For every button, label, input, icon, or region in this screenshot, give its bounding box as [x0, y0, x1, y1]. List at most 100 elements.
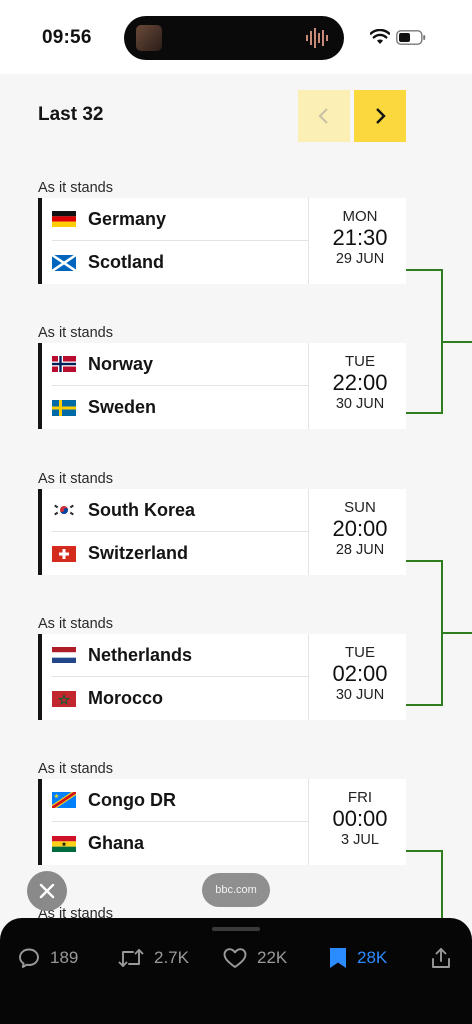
away-team-name: Morocco [88, 688, 164, 708]
match-item[interactable]: As it stands Congo DR Ghana FRI 00:00 3 … [38, 761, 406, 883]
as-it-stands-label: As it stands [38, 180, 113, 196]
card-divider [308, 634, 309, 720]
home-team-row: Germany [52, 198, 308, 241]
switzerland-flag-icon [52, 545, 76, 562]
away-team-row: Scotland [52, 241, 308, 284]
germany-flag-icon [52, 211, 76, 227]
as-it-stands-label: As it stands [38, 761, 113, 777]
away-team-row: Switzerland [52, 532, 308, 575]
reply-button[interactable]: 189 [17, 946, 78, 970]
match-card[interactable]: Netherlands Morocco TUE 02:00 30 JUN [38, 634, 406, 720]
bookmark-icon [330, 948, 346, 968]
match-card[interactable]: Norway Sweden TUE 22:00 30 JUN [38, 343, 406, 429]
share-button[interactable] [430, 946, 461, 970]
chevron-right-icon [376, 108, 386, 124]
kickoff-day: FRI [347, 789, 373, 806]
bookmark-count: 28K [357, 948, 388, 967]
repost-icon [118, 949, 144, 967]
kickoff-time: 21:30 [332, 225, 388, 250]
match-item[interactable]: As it stands Norway Sweden TUE 22:00 30 … [38, 325, 406, 447]
as-it-stands-label: As it stands [38, 471, 113, 487]
audio-waveform-icon [306, 28, 328, 48]
kickoff-date: 3 JUL [341, 832, 379, 848]
bookmark-button[interactable]: 28K [328, 946, 387, 970]
repost-count: 2.7K [154, 948, 189, 967]
previous-round-button[interactable] [298, 90, 350, 142]
card-divider [308, 779, 309, 865]
ghana-flag-icon [52, 835, 76, 852]
sweden-flag-icon [52, 399, 76, 416]
away-team-name: Sweden [88, 397, 157, 417]
round-title: Last 32 [38, 104, 104, 125]
kickoff-day: TUE [345, 353, 375, 370]
reply-count: 189 [50, 948, 79, 967]
close-button[interactable] [27, 871, 67, 911]
congo-dr-flag-icon [52, 792, 76, 808]
close-icon [39, 883, 55, 899]
norway-flag-icon [52, 356, 76, 372]
match-item[interactable]: As it stands South Korea Switzerland SUN… [38, 471, 406, 593]
away-team-row: Sweden [52, 386, 308, 429]
kickoff-time: 20:00 [332, 516, 388, 541]
post-action-bar: 189 2.7K 22K 28K [0, 918, 472, 1024]
kickoff-time-block: SUN 20:00 28 JUN [310, 499, 410, 558]
like-count: 22K [257, 948, 288, 967]
home-team-row: Netherlands [52, 634, 308, 677]
netherlands-flag-icon [52, 647, 76, 663]
wifi-icon [370, 29, 390, 44]
kickoff-date: 30 JUN [335, 396, 385, 412]
away-team-name: Scotland [88, 252, 165, 272]
home-team-row: South Korea [52, 489, 308, 532]
home-team-name: Congo DR [88, 789, 176, 810]
kickoff-time-block: MON 21:30 29 JUN [310, 208, 410, 267]
status-clock: 09:56 [42, 27, 92, 48]
now-playing-thumbnail [136, 25, 162, 51]
south-korea-flag-icon [52, 502, 76, 518]
scotland-flag-icon [52, 254, 76, 271]
card-divider [308, 343, 309, 429]
home-team-row: Norway [52, 343, 308, 386]
repost-button[interactable]: 2.7K [117, 946, 189, 970]
reply-icon [19, 948, 39, 968]
away-team-name: Ghana [88, 833, 145, 853]
dynamic-island[interactable] [124, 16, 344, 60]
kickoff-time: 00:00 [332, 806, 388, 831]
match-card[interactable]: Congo DR Ghana FRI 00:00 3 JUL [38, 779, 406, 865]
source-url-pill[interactable]: bbc.com [202, 873, 270, 907]
away-team-row: Morocco [52, 677, 308, 720]
status-bar: 09:56 [0, 0, 472, 74]
sheet-grabber[interactable] [212, 927, 260, 931]
card-divider [308, 198, 309, 284]
next-round-button[interactable] [354, 90, 406, 142]
kickoff-day: SUN [344, 499, 376, 516]
kickoff-day: TUE [345, 644, 375, 661]
morocco-flag-icon [52, 690, 76, 707]
match-card[interactable]: South Korea Switzerland SUN 20:00 28 JUN [38, 489, 406, 575]
away-team-name: Switzerland [88, 543, 189, 563]
kickoff-day: MON [342, 208, 378, 225]
kickoff-time: 22:00 [332, 370, 388, 395]
home-team-name: South Korea [88, 499, 196, 520]
chevron-left-icon [318, 108, 328, 124]
like-button[interactable]: 22K [222, 946, 287, 970]
kickoff-date: 30 JUN [335, 687, 385, 703]
card-divider [308, 489, 309, 575]
kickoff-date: 29 JUN [335, 251, 385, 267]
away-team-row: Ghana [52, 822, 308, 865]
kickoff-time: 02:00 [332, 661, 388, 686]
kickoff-time-block: TUE 22:00 30 JUN [310, 353, 410, 412]
home-team-row: Congo DR [52, 779, 308, 822]
heart-icon [223, 948, 247, 968]
match-item[interactable]: As it stands Germany Scotland MON 21:30 … [38, 180, 406, 302]
kickoff-date: 28 JUN [335, 542, 385, 558]
as-it-stands-label: As it stands [38, 616, 113, 632]
kickoff-time-block: TUE 02:00 30 JUN [310, 644, 410, 703]
share-icon [432, 948, 450, 968]
match-card[interactable]: Germany Scotland MON 21:30 29 JUN [38, 198, 406, 284]
match-item[interactable]: As it stands Netherlands Morocco TUE 02:… [38, 616, 406, 738]
home-team-name: Norway [88, 353, 154, 374]
kickoff-time-block: FRI 00:00 3 JUL [310, 789, 410, 848]
home-team-name: Netherlands [88, 644, 193, 665]
home-team-name: Germany [88, 208, 167, 229]
as-it-stands-label: As it stands [38, 325, 113, 341]
